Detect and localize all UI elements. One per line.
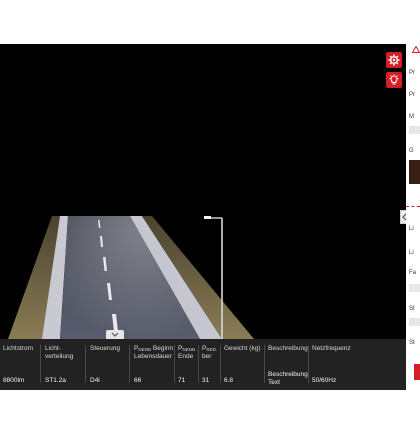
spec-header: Beschreibung [268,345,308,352]
spec-header: Licht-verteilung [45,345,74,360]
panel-label: M [409,114,414,120]
spec-header-subscript: RED. [206,347,218,352]
panel-label: Pr [409,70,415,76]
street-scene [8,216,254,339]
spec-value: 50/60Hz [312,377,337,384]
spec-header: Steuerung [90,345,120,352]
spec-value: 6.8 [224,377,234,384]
column-divider [85,345,86,383]
spec-table: Lichtstrom 8800lm Licht-verteilung ST1.2… [0,339,406,390]
gear-icon [388,54,400,66]
spec-value: 66 [134,377,142,384]
spec-value: 71 [178,377,186,384]
column-divider [129,345,130,383]
spec-col-pnenn-ende: PNENN Ende 71 [178,345,198,384]
spec-header: PNENN Beginn Lebensdauer [134,345,174,369]
bulb-icon [389,74,399,85]
panel-label: St [409,340,415,346]
light-button[interactable] [386,72,402,88]
panel-input[interactable] [409,284,420,292]
apply-button[interactable] [414,364,420,380]
spec-col-beschreibung: Beschreibung Beschreibung Text [268,345,308,386]
spec-value: ST1.2a [45,377,66,384]
spec-header: Lichtstrom [3,345,33,352]
settings-button[interactable] [386,52,402,68]
spec-header: PRED. ber [202,345,220,369]
column-divider [198,345,199,383]
spec-value: 8800lm [3,377,25,384]
collapse-toggle-button[interactable] [106,330,124,339]
spec-col-lichtverteilung: Licht-verteilung ST1.2a [45,345,79,384]
panel-label: Fa [409,270,417,276]
chevron-down-icon [111,332,119,337]
column-divider [308,345,309,383]
configuration-panel: Pr Pr M G Li Li Fa St St [406,44,420,390]
spec-header: Netzfrequenz [312,345,351,352]
column-divider [220,345,221,383]
panel-input[interactable] [409,318,420,326]
spec-value: D4i [90,377,100,384]
street-3d-viewport[interactable] [0,44,406,339]
panel-label: Li [409,226,414,232]
spec-col-steuerung: Steuerung D4i [90,345,128,384]
column-divider [264,345,265,383]
color-swatch[interactable] [409,160,420,184]
column-divider [174,345,175,383]
spec-col-lichtstrom: Lichtstrom 8800lm [3,345,39,384]
spec-header-rest: ber [202,353,212,360]
app-root: Lichtstrom 8800lm Licht-verteilung ST1.2… [0,0,420,435]
spec-col-netzfrequenz: Netzfrequenz 50/60Hz [312,345,362,384]
panel-input[interactable] [409,126,420,134]
panel-label: Li [409,250,414,256]
spec-value: Beschreibung Text [268,371,308,386]
column-divider [40,345,41,383]
spec-col-gewicht: Gewicht (kg) 6.8 [224,345,262,384]
panel-label: Pr [409,92,415,98]
spec-header-subscript: NENN [138,347,152,352]
panel-label: St [409,306,415,312]
panel-label: G [409,148,414,154]
spec-header-subscript: NENN [182,347,196,352]
panel-divider [406,206,420,207]
warning-icon [412,46,420,53]
spec-header-rest: Ende [178,353,194,360]
spec-col-pred-ber: PRED. ber 31 [202,345,220,384]
spec-header: Gewicht (kg) [224,345,261,352]
spec-value: 31 [202,377,210,384]
spec-col-pnenn-beginn: PNENN Beginn Lebensdauer 66 [134,345,174,384]
spec-header: PNENN Ende [178,345,198,369]
